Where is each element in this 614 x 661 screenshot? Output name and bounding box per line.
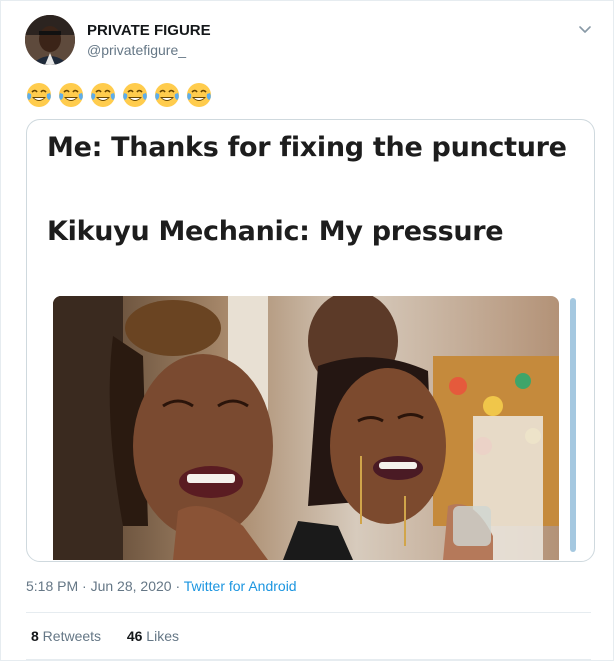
tweet-time[interactable]: 5:18 PM bbox=[26, 578, 78, 594]
tweet-card: PRIVATE FIGURE @privatefigure_ Me: Thank… bbox=[0, 0, 614, 661]
face-with-tears-of-joy-icon bbox=[27, 83, 51, 107]
meme-text-line-1: Me: Thanks for fixing the puncture bbox=[47, 132, 567, 163]
divider bbox=[26, 659, 591, 660]
meme-text-line-2: Kikuyu Mechanic: My pressure bbox=[47, 216, 504, 247]
meta-separator: · bbox=[78, 578, 91, 594]
divider bbox=[26, 612, 591, 613]
tweet-text bbox=[25, 81, 213, 109]
media-scroll-indicator bbox=[570, 298, 576, 552]
likes-count: 46 bbox=[126, 628, 143, 644]
author-name[interactable]: PRIVATE FIGURE bbox=[87, 22, 211, 39]
tweet-source-link[interactable]: Twitter for Android bbox=[184, 578, 297, 594]
tweet-media[interactable]: Me: Thanks for fixing the puncture Kikuy… bbox=[26, 119, 595, 562]
meta-separator: · bbox=[171, 578, 184, 594]
likes-stat[interactable]: 46 Likes bbox=[127, 628, 179, 644]
tweet-stats: 8 Retweets 46 Likes bbox=[31, 628, 179, 644]
avatar[interactable] bbox=[25, 15, 75, 65]
tweet-date[interactable]: Jun 28, 2020 bbox=[91, 578, 172, 594]
face-with-tears-of-joy-icon bbox=[155, 83, 179, 107]
face-with-tears-of-joy-icon bbox=[123, 83, 147, 107]
tweet-meta: 5:18 PM · Jun 28, 2020 · Twitter for And… bbox=[26, 578, 297, 594]
chevron-down-icon[interactable] bbox=[577, 21, 593, 37]
face-with-tears-of-joy-icon bbox=[91, 83, 115, 107]
author-handle[interactable]: @privatefigure_ bbox=[87, 42, 186, 58]
likes-label: Likes bbox=[142, 628, 179, 644]
retweets-count: 8 bbox=[31, 628, 39, 644]
face-with-tears-of-joy-icon bbox=[59, 83, 83, 107]
face-with-tears-of-joy-icon bbox=[187, 83, 211, 107]
retweets-label: Retweets bbox=[38, 628, 102, 644]
retweets-stat[interactable]: 8 Retweets bbox=[31, 628, 101, 644]
meme-photo bbox=[53, 296, 559, 560]
